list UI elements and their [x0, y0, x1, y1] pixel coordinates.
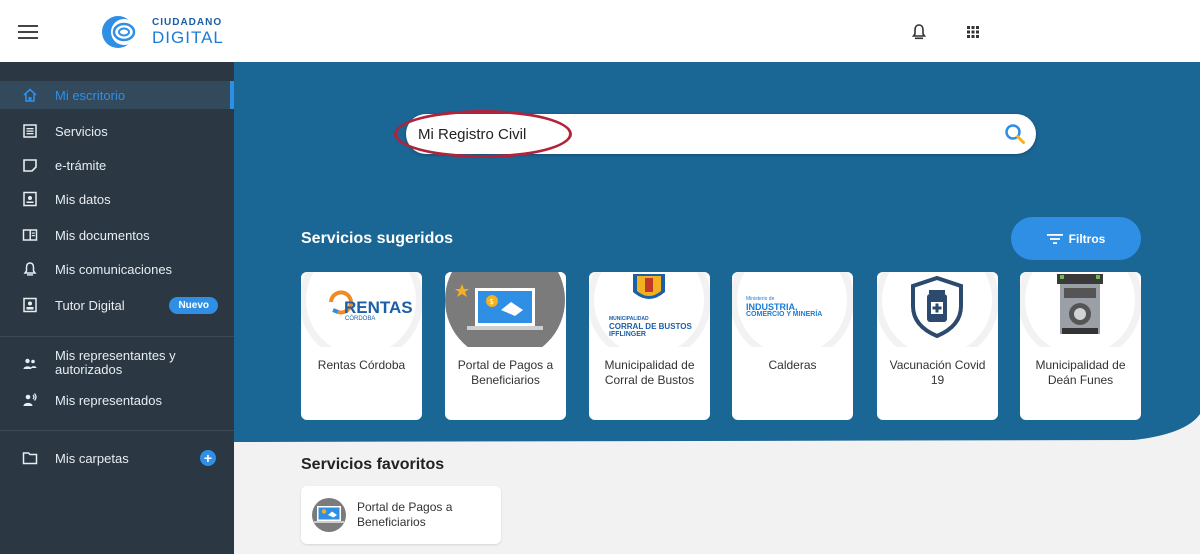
service-name: Municipalidad de Deán Funes [1035, 358, 1126, 387]
sidebar-divider [0, 336, 234, 337]
sidebar-item-mi-escritorio[interactable]: Mi escritorio [0, 81, 234, 109]
service-name: Calderas [768, 358, 817, 372]
filter-icon [1046, 233, 1063, 244]
sidebar-item-servicios[interactable]: Servicios [0, 121, 234, 141]
service-logo [312, 498, 346, 532]
id-card-icon [23, 191, 37, 207]
sidebar-item-label: Servicios [55, 123, 108, 139]
service-card-dean-funes[interactable]: Municipalidad de Deán Funes [1020, 272, 1141, 420]
rentas-logo-text: RENTAS [344, 298, 413, 317]
sidebar-item-label: Mis comunicaciones [55, 261, 173, 277]
sidebar-item-mis-documentos[interactable]: Mis documentos [0, 225, 234, 245]
service-card-rentas[interactable]: RENTAS CÓRDOBA Rentas Córdoba [301, 272, 422, 420]
menu-icon[interactable] [18, 25, 38, 39]
badge-icon [23, 297, 37, 313]
sidebar-item-label: Mis datos [55, 191, 111, 207]
sidebar-item-e-tramite[interactable]: e-trámite [0, 155, 234, 175]
people-icon [23, 358, 37, 369]
search-icon[interactable] [1004, 123, 1026, 145]
service-name: Vacunación Covid 19 [889, 358, 986, 387]
sidebar-item-label: Tutor Digital [55, 297, 125, 313]
logo-mark-icon [102, 16, 137, 48]
logo-line2: CORRAL DE BUSTOS [609, 322, 692, 331]
home-icon [23, 88, 37, 102]
sidebar-item-label-line1: Mis representantes y [55, 348, 176, 363]
sidebar-divider [0, 430, 234, 431]
service-logo: $ [445, 272, 566, 347]
document-icon [23, 159, 37, 172]
sidebar-item-label: Mis representantes y autorizados [55, 349, 176, 377]
service-card-corral-de-bustos[interactable]: MUNICIPALIDAD CORRAL DE BUSTOS IFFLINGER… [589, 272, 710, 420]
rentas-logo-sub: CÓRDOBA [345, 316, 376, 322]
app-root: CIUDADANO DIGITAL Mi escritorio Servicio… [0, 0, 1200, 554]
service-name: Rentas Córdoba [317, 358, 406, 372]
new-badge: Nuevo [169, 296, 218, 314]
person-voice-icon [23, 393, 37, 406]
service-card-portal-pagos[interactable]: $ Portal de Pagos a Beneficiarios [445, 272, 566, 420]
active-indicator [230, 81, 234, 109]
service-logo [877, 272, 998, 347]
sidebar-item-label: Mi escritorio [55, 87, 126, 103]
bell-icon [23, 262, 37, 276]
service-logo: Ministerio de INDUSTRIA, COMERCIO Y MINE… [732, 272, 853, 347]
list-icon [23, 124, 37, 138]
svg-text:$: $ [489, 297, 494, 306]
sidebar-item-mis-representantes[interactable]: Mis representantes y autorizados [0, 349, 234, 379]
documents-icon [22, 229, 38, 241]
sidebar-item-mis-representados[interactable]: Mis representados [0, 390, 234, 410]
bell-icon[interactable] [909, 22, 929, 42]
logo-line3: COMERCIO Y MINERÍA [746, 311, 823, 318]
sidebar-item-label: Mis carpetas [55, 450, 129, 466]
sidebar-item-tutor-digital[interactable]: Tutor Digital Nuevo [0, 295, 234, 315]
logo-bottom-text: DIGITAL [152, 28, 224, 47]
logo-top-text: CIUDADANO [152, 17, 223, 28]
sidebar-item-label: Mis documentos [55, 227, 150, 243]
app-logo[interactable]: CIUDADANO DIGITAL [100, 14, 224, 50]
service-logo [1020, 272, 1141, 347]
add-folder-button[interactable]: + [200, 450, 216, 466]
favorite-card-portal-pagos[interactable]: Portal de Pagos a Beneficiarios [301, 486, 501, 544]
sidebar-item-label: Mis representados [55, 392, 162, 408]
sidebar-item-label: e-trámite [55, 157, 107, 173]
filters-button[interactable]: Filtros [1011, 217, 1141, 260]
grid-icon[interactable] [963, 22, 983, 42]
service-name: Portal de Pagos a Beneficiarios [457, 358, 554, 387]
sidebar-item-mis-carpetas[interactable]: Mis carpetas + [0, 448, 234, 468]
annotation-highlight [394, 110, 572, 158]
sidebar: Mi escritorio Servicios e-trámite Mis da… [0, 62, 234, 554]
favorite-name: Portal de Pagos a Beneficiarios [357, 500, 453, 529]
service-logo: RENTAS CÓRDOBA [301, 272, 422, 347]
filters-label: Filtros [1068, 231, 1106, 246]
sidebar-item-label-line2: autorizados [55, 362, 123, 377]
service-logo: MUNICIPALIDAD CORRAL DE BUSTOS IFFLINGER [589, 272, 710, 347]
sidebar-item-mis-comunicaciones[interactable]: Mis comunicaciones [0, 259, 234, 279]
service-card-calderas[interactable]: Ministerio de INDUSTRIA, COMERCIO Y MINE… [732, 272, 853, 420]
service-name: Municipalidad de Corral de Bustos [604, 358, 695, 387]
top-bar: CIUDADANO DIGITAL [0, 0, 1200, 62]
service-card-vacunacion-covid[interactable]: Vacunación Covid 19 [877, 272, 998, 420]
folder-icon [22, 452, 38, 465]
logo-line3: IFFLINGER [609, 331, 646, 338]
sidebar-item-mis-datos[interactable]: Mis datos [0, 189, 234, 209]
suggested-services-title: Servicios sugeridos [301, 230, 454, 247]
favorite-services-title: Servicios favoritos [301, 456, 445, 473]
